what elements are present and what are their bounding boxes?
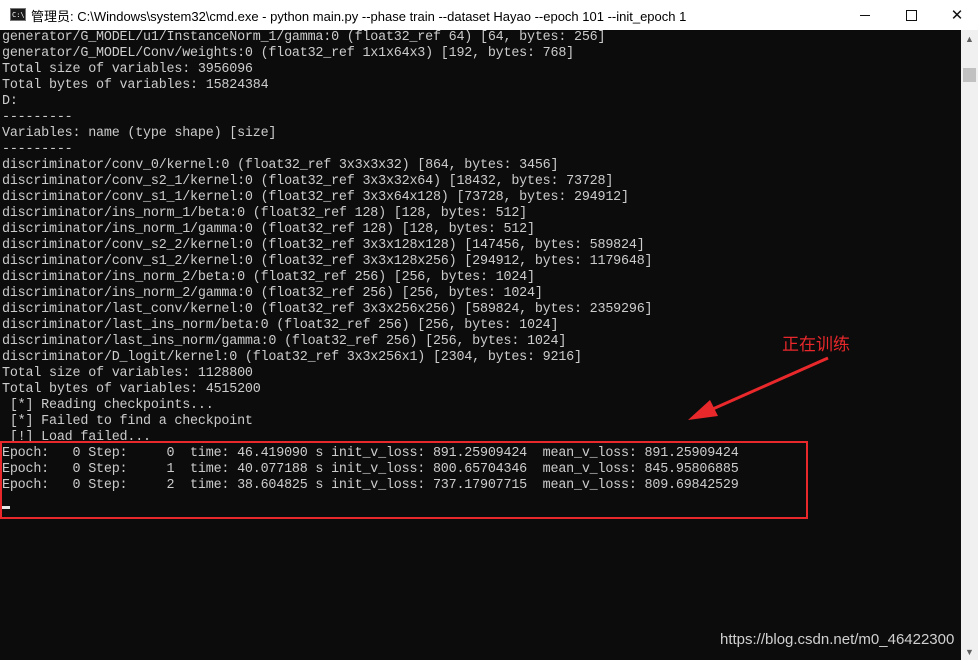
close-icon: ✕ — [950, 7, 964, 24]
console-line: discriminator/conv_s1_1/kernel:0 (float3… — [2, 190, 629, 205]
console-line: Total bytes of variables: 15824384 — [2, 78, 269, 93]
minimize-button[interactable] — [842, 0, 888, 30]
console-line: discriminator/last_ins_norm/beta:0 (floa… — [2, 318, 559, 333]
scroll-down-button[interactable]: ▼ — [961, 643, 978, 660]
console-line: --------- — [2, 142, 73, 157]
close-button[interactable]: ✕ — [934, 0, 978, 30]
console-line: Total size of variables: 1128800 — [2, 366, 253, 381]
scroll-up-arrow-icon: ▲ — [965, 33, 974, 44]
console-line: Total size of variables: 3956096 — [2, 62, 253, 77]
watermark: https://blog.csdn.net/m0_46422300 — [720, 631, 955, 648]
vertical-scrollbar[interactable]: ▲ ▼ — [961, 30, 978, 660]
minimize-icon — [860, 14, 870, 16]
maximize-icon — [905, 9, 917, 21]
console-line: generator/G_MODEL/Conv/weights:0 (float3… — [2, 46, 575, 61]
scroll-down-arrow-icon: ▼ — [965, 646, 974, 657]
title-bar: C:\ 管理员: C:\Windows\system32\cmd.exe - p… — [0, 0, 978, 31]
cmd-app-icon[interactable]: C:\ — [10, 8, 26, 21]
console-line: discriminator/D_logit/kernel:0 (float32_… — [2, 350, 582, 365]
console-line: Total bytes of variables: 4515200 — [2, 382, 261, 397]
highlight-box — [0, 441, 808, 519]
console-line: discriminator/last_ins_norm/gamma:0 (flo… — [2, 334, 567, 349]
console-line: discriminator/conv_s2_2/kernel:0 (float3… — [2, 238, 645, 253]
console-line: discriminator/ins_norm_1/gamma:0 (float3… — [2, 222, 535, 237]
console-line: [*] Failed to find a checkpoint — [2, 414, 253, 429]
console-line: D: — [2, 94, 18, 109]
annotation-arrow-icon — [688, 356, 829, 420]
console-line: discriminator/ins_norm_1/beta:0 (float32… — [2, 206, 527, 221]
console-line: generator/G_MODEL/u1/InstanceNorm_1/gamm… — [2, 30, 606, 45]
window-title: 管理员: C:\Windows\system32\cmd.exe - pytho… — [31, 9, 687, 24]
console-line: discriminator/conv_0/kernel:0 (float32_r… — [2, 158, 559, 173]
scroll-up-button[interactable]: ▲ — [961, 30, 978, 47]
console-line: --------- — [2, 110, 73, 125]
console-line: discriminator/conv_s1_2/kernel:0 (float3… — [2, 254, 653, 269]
console-lines: generator/G_MODEL/u1/InstanceNorm_1/gamm… — [2, 30, 739, 494]
maximize-button[interactable] — [888, 0, 934, 30]
console-line: discriminator/ins_norm_2/beta:0 (float32… — [2, 270, 535, 285]
console-line: Variables: name (type shape) [size] — [2, 126, 277, 141]
console-line: discriminator/ins_norm_2/gamma:0 (float3… — [2, 286, 543, 301]
scrollbar-thumb[interactable] — [963, 68, 976, 82]
console-line: discriminator/last_conv/kernel:0 (float3… — [2, 302, 653, 317]
console-line: discriminator/conv_s2_1/kernel:0 (float3… — [2, 174, 614, 189]
console-line: [*] Reading checkpoints... — [2, 398, 214, 413]
